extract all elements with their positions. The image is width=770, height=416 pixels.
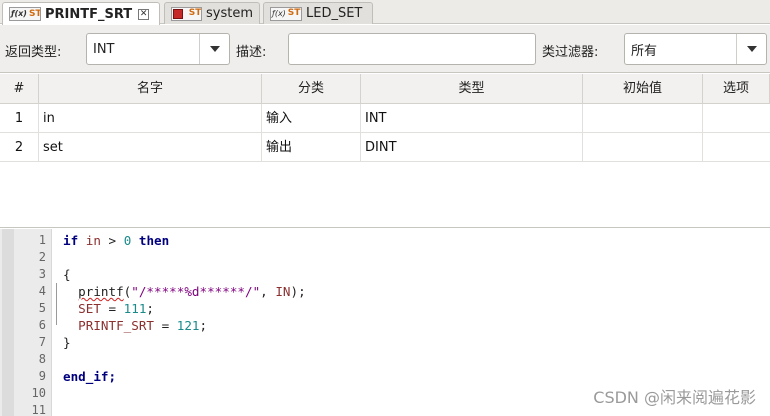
variable-option-cell[interactable]: [703, 133, 770, 162]
line-number: 2: [38, 250, 46, 264]
code-line-5: SET = 111;: [63, 300, 154, 317]
number-literal: 121: [176, 318, 200, 333]
statement-end: ;: [199, 318, 208, 333]
line-number: 10: [31, 386, 46, 400]
code-line-4: printf("/*****%d******/", IN);: [63, 283, 306, 300]
line-number: 4: [38, 284, 46, 298]
code-line-3: {: [63, 267, 71, 282]
code-line-7: }: [63, 335, 71, 350]
row-index: 2: [0, 133, 39, 162]
keyword-then: then: [138, 233, 170, 248]
line-number: 3: [38, 267, 46, 281]
operator: >: [100, 233, 124, 248]
identifier-IN: IN: [275, 284, 291, 299]
line-number: 8: [38, 352, 46, 366]
description-label: 描述:: [236, 45, 267, 60]
paren-close: );: [290, 284, 306, 299]
statement-end: ;: [108, 369, 117, 384]
statement-end: ;: [146, 301, 155, 316]
column-header-type[interactable]: 类型: [361, 74, 583, 104]
class-filter-select[interactable]: 所有: [624, 33, 767, 65]
tab-label: PRINTF_SRT: [45, 6, 133, 22]
return-type-label: 返回类型:: [5, 45, 62, 60]
code-line-6: PRINTF_SRT = 121;: [63, 317, 207, 334]
tab-system[interactable]: ƒ(x)ST system: [164, 2, 260, 24]
keyword-end-if: end_if: [63, 369, 109, 384]
program-st-icon: ƒ(x)ST: [171, 6, 202, 21]
column-header-name[interactable]: 名字: [39, 74, 262, 104]
tab-label: LED_SET: [306, 6, 363, 21]
class-filter-value: 所有: [631, 43, 658, 59]
column-header-initial-value[interactable]: 初始值: [583, 74, 703, 104]
line-number: 9: [38, 369, 46, 383]
variable-class-cell[interactable]: 输出: [262, 133, 361, 162]
gutter-ruler: [2, 229, 14, 416]
keyword-if: if: [63, 233, 79, 248]
close-icon[interactable]: ✕: [138, 8, 150, 20]
code-line-1: if in > 0 then: [63, 232, 169, 249]
operator: =: [154, 318, 177, 333]
column-header-class[interactable]: 分类: [262, 74, 361, 104]
line-number: 5: [38, 301, 46, 315]
variable-type-cell[interactable]: DINT: [361, 133, 583, 162]
variable-option-cell[interactable]: [703, 104, 770, 133]
line-number: 6: [38, 318, 46, 332]
line-number: 7: [38, 335, 46, 349]
line-number: 1: [38, 233, 46, 247]
column-header-option[interactable]: 选项: [703, 74, 770, 104]
chevron-down-icon[interactable]: [199, 34, 229, 64]
tab-label: system: [206, 6, 253, 21]
variable-name-cell[interactable]: set: [39, 133, 262, 162]
variable-table: # 名字 分类 类型 初始值 选项 1 in 输入 INT 2 set 输出 D…: [0, 74, 770, 228]
variable-class-cell[interactable]: 输入: [262, 104, 361, 133]
variable-type-cell[interactable]: INT: [361, 104, 583, 133]
identifier-PRINTF_SRT: PRINTF_SRT: [78, 318, 154, 333]
table-header: # 名字 分类 类型 初始值 选项: [0, 74, 770, 104]
description-input[interactable]: [288, 33, 536, 65]
function-call-printf: printf: [78, 284, 124, 299]
function-block-st-icon: ƒ(x) ST: [270, 6, 302, 21]
number-literal: 0: [123, 233, 132, 248]
line-number: 11: [31, 403, 46, 416]
declaration-filter-bar: 返回类型: INT 描述: 类过滤器: 所有: [0, 25, 770, 73]
table-row[interactable]: 1 in 输入 INT: [0, 104, 770, 133]
table-row[interactable]: 2 set 输出 DINT: [0, 133, 770, 162]
return-type-value: INT: [93, 41, 115, 57]
editor-tab-bar: ƒ(x)ST PRINTF_SRT ✕ ƒ(x)ST system ƒ(x)ST…: [0, 0, 770, 25]
line-number-gutter: 1 2 3 4 5 6 7 8 9 10 11: [0, 229, 52, 416]
tab-led-set[interactable]: ƒ(x) ST LED_SET: [263, 2, 373, 24]
watermark: CSDN @闲来阅遍花影: [593, 388, 756, 407]
return-type-select[interactable]: INT: [86, 33, 230, 65]
identifier-in: in: [85, 233, 101, 248]
identifier-SET: SET: [78, 301, 101, 316]
column-header-index[interactable]: #: [0, 74, 39, 104]
separator: ,: [260, 284, 276, 299]
variable-name-cell[interactable]: in: [39, 104, 262, 133]
string-literal: "/*****%d******/": [131, 284, 261, 299]
class-filter-label: 类过滤器:: [542, 45, 599, 60]
tab-printf-srt[interactable]: ƒ(x) ST PRINTF_SRT ✕: [2, 2, 160, 25]
variable-init-cell[interactable]: [583, 104, 703, 133]
fold-guide: [56, 283, 57, 325]
chevron-down-icon[interactable]: [736, 34, 766, 64]
operator: =: [100, 301, 124, 316]
function-block-st-icon: ƒ(x) ST: [9, 7, 41, 21]
row-index: 1: [0, 104, 39, 133]
variable-init-cell[interactable]: [583, 133, 703, 162]
code-line-9: end_if;: [63, 368, 116, 385]
number-literal: 111: [123, 301, 147, 316]
